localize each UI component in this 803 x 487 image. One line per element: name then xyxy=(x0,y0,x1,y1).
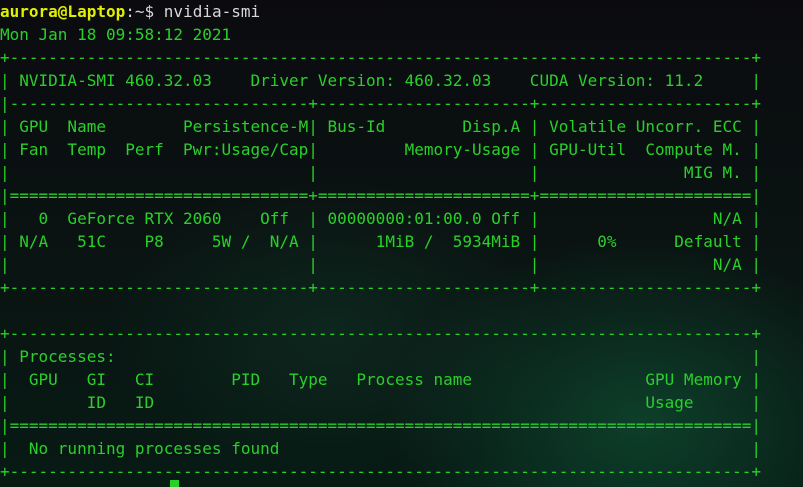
smi-line-processes-top: +---------------------------------------… xyxy=(0,324,761,343)
smi-line-header-1: | GPU Name Persistence-M| Bus-Id Disp.A … xyxy=(0,117,761,136)
smi-line-version: | NVIDIA-SMI 460.32.03 Driver Version: 4… xyxy=(0,71,761,90)
prompt-command: nvidia-smi xyxy=(154,2,261,21)
smi-line-processes-title: | Processes: | xyxy=(0,347,761,366)
smi-line-processes-header-1: | GPU GI CI PID Type Process name GPU Me… xyxy=(0,370,761,389)
smi-line-no-processes: | No running processes found | xyxy=(0,439,761,458)
smi-line-processes-rule: |=======================================… xyxy=(0,416,761,435)
text-cursor xyxy=(170,480,179,487)
smi-line-gpu-row-2: | N/A 51C P8 5W / N/A | 1MiB / 5934MiB |… xyxy=(0,232,761,251)
smi-line-border-gpu-bottom: +-------------------------------+-------… xyxy=(0,278,761,297)
smi-line-header-2: | Fan Temp Perf Pwr:Usage/Cap| Memory-Us… xyxy=(0,140,761,159)
prompt-user-host: aurora@Laptop xyxy=(0,2,126,21)
smi-line-separator: |-------------------------------+-------… xyxy=(0,94,761,113)
prompt-line: aurora@Laptop:~$ nvidia-smi xyxy=(0,0,260,23)
terminal-window[interactable]: aurora@Laptop:~$ nvidia-smi Mon Jan 18 0… xyxy=(0,0,803,487)
prompt-dollar: $ xyxy=(144,2,155,21)
smi-line-processes-header-2: | ID ID Usage | xyxy=(0,393,761,412)
smi-line-processes-bottom: +---------------------------------------… xyxy=(0,462,761,481)
smi-line-blank xyxy=(0,299,761,322)
prompt-path: ~ xyxy=(134,2,145,21)
smi-line-gpu-row-3: | | | N/A | xyxy=(0,255,761,274)
prompt-separator: : xyxy=(125,2,135,21)
date-line: Mon Jan 18 09:58:12 2021 xyxy=(0,25,232,44)
smi-line-gpu-row-1: | 0 GeForce RTX 2060 Off | 00000000:01:0… xyxy=(0,209,761,228)
smi-line-border-top: +---------------------------------------… xyxy=(0,48,761,67)
smi-line-double-rule: |===============================+=======… xyxy=(0,186,761,205)
smi-line-header-3: | | | MIG M. | xyxy=(0,163,761,182)
